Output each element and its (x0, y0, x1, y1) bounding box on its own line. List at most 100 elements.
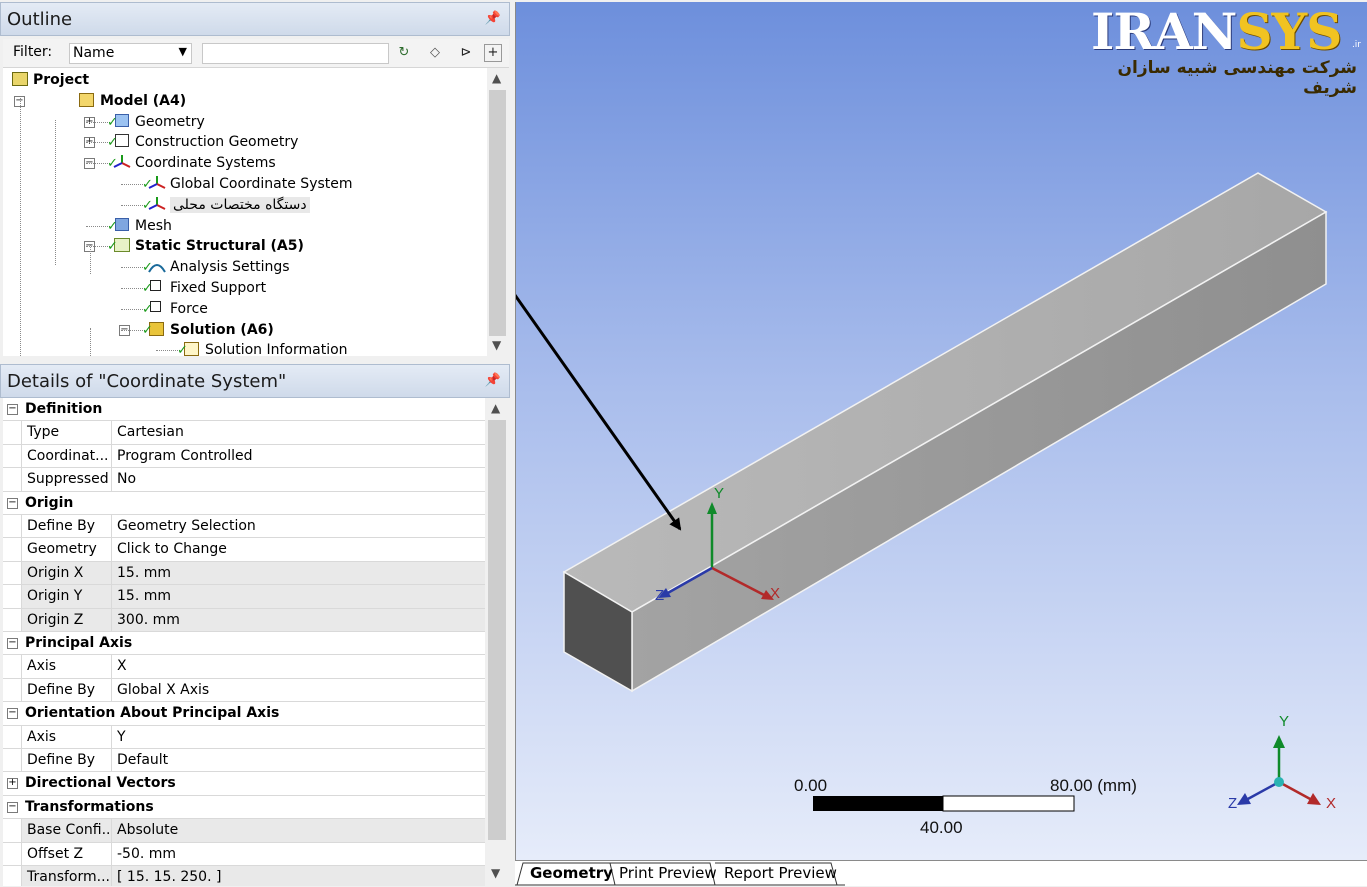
tree-connector (121, 267, 143, 269)
details-property-row[interactable]: Define By Default (3, 749, 485, 773)
details-property-row[interactable]: Define By Geometry Selection (3, 515, 485, 539)
details-category[interactable]: − Principal Axis (3, 632, 485, 656)
collapse-icon[interactable]: − (7, 638, 18, 649)
eraser-icon[interactable]: ◇ (424, 43, 446, 64)
details-property-row[interactable]: Axis X (3, 655, 485, 679)
left-pane: Outline 📌 Filter: Name ▼ ↻ ◇ ⊳ + Project… (0, 0, 512, 886)
local-axis-y-label: Y (714, 485, 724, 502)
details-property-row[interactable]: Base Confi... Absolute (3, 819, 485, 843)
scroll-down-icon[interactable]: ▼ (492, 338, 501, 352)
tree-item[interactable]: ✓ Solution Information (177, 340, 348, 356)
collapse-icon[interactable]: − (7, 708, 18, 720)
details-category[interactable]: + Directional Vectors (3, 772, 485, 796)
details-property-value[interactable]: [ 15. 15. 250. ] (111, 866, 485, 886)
tab-report-preview[interactable]: Report Preview (720, 864, 841, 882)
expand-all-icon[interactable]: + (484, 44, 502, 62)
details-property-value[interactable]: Absolute (111, 819, 485, 842)
coordinate-systems-icon: ✓ (107, 154, 131, 171)
outline-scroll-thumb[interactable] (489, 90, 506, 336)
tree-item[interactable]: ✓ Mesh (107, 216, 172, 236)
details-property-row[interactable]: Define By Global X Axis (3, 678, 485, 703)
details-property-value[interactable]: 300. mm (111, 608, 485, 631)
outline-scrollbar[interactable]: ▲ ▼ (487, 68, 509, 356)
tree-connector (20, 98, 21, 356)
details-category-label: Directional Vectors (25, 775, 176, 792)
details-category[interactable]: − Definition (3, 398, 485, 422)
tab-print-preview[interactable]: Print Preview (615, 864, 721, 882)
details-property-row[interactable]: Type Cartesian (3, 421, 485, 445)
collapse-icon[interactable]: − (7, 801, 18, 813)
tab-geometry[interactable]: Geometry (526, 864, 617, 882)
tree-item[interactable]: ✓ Fixed Support (142, 278, 267, 298)
scroll-up-icon[interactable]: ▲ (492, 71, 501, 85)
tree-item[interactable]: ✓ Static Structural (A5) (107, 236, 304, 256)
details-panel-title: Details of "Coordinate System" 📌 (0, 364, 510, 398)
details-property-value[interactable]: Global X Axis (111, 678, 485, 702)
coordinate-system-icon: ✓ (142, 196, 166, 213)
triad-y-label: Y (1279, 713, 1289, 730)
pin-icon[interactable]: 📌 (485, 11, 501, 26)
tree-item[interactable]: ✓ Global Coordinate System (142, 174, 353, 194)
scroll-down-icon[interactable]: ▼ (491, 866, 500, 880)
details-property-value[interactable]: Default (111, 749, 485, 772)
details-category[interactable]: − Orientation About Principal Axis (3, 702, 485, 726)
details-property-row[interactable]: Origin Y 15. mm (3, 585, 485, 609)
details-property-value[interactable]: Geometry Selection (111, 515, 485, 538)
details-property-row[interactable]: Axis Y (3, 725, 485, 749)
details-scroll-thumb[interactable] (488, 420, 506, 840)
details-property-key: Define By (21, 749, 111, 772)
details-property-row[interactable]: Transform...[ 15. 15. 250. ] (3, 866, 485, 886)
scale-max-label: 80.00 (mm) (1050, 776, 1137, 795)
tree-item[interactable]: ✓ دستگاه مختصات محلی (142, 195, 310, 215)
details-property-value[interactable]: Y (111, 725, 485, 748)
details-category[interactable]: − Transformations (3, 795, 485, 820)
details-property-row[interactable]: Suppressed No (3, 468, 485, 492)
details-scrollbar[interactable]: ▲ ▼ (486, 398, 509, 886)
collapse-icon[interactable]: − (7, 497, 18, 509)
pin-icon[interactable]: 📌 (485, 373, 501, 388)
filter-select[interactable]: Name ▼ (69, 43, 192, 64)
filter-search-input[interactable] (202, 43, 389, 64)
details-property-key: Base Confi... (21, 819, 111, 842)
collapse-icon[interactable]: − (7, 404, 18, 415)
details-property-value[interactable]: 15. mm (111, 561, 485, 585)
details-property-value[interactable]: -50. mm (111, 842, 485, 865)
details-property-value[interactable]: Cartesian (111, 421, 485, 444)
tree-connector (86, 121, 108, 123)
details-property-row[interactable]: Geometry Click to Change (3, 538, 485, 562)
details-property-row[interactable]: Origin X 15. mm (3, 561, 485, 586)
tree-item-label: Fixed Support (170, 280, 267, 296)
scroll-up-icon[interactable]: ▲ (491, 401, 500, 415)
tree-item[interactable]: ✓ Analysis Settings (142, 257, 290, 277)
details-property-value[interactable]: No (111, 468, 485, 491)
details-property-value[interactable]: Program Controlled (111, 444, 485, 468)
details-category[interactable]: − Origin (3, 491, 485, 515)
details-property-row[interactable]: Coordinat... Program Controlled (3, 444, 485, 469)
tree-item[interactable]: Project (11, 70, 89, 90)
tree-connector (90, 328, 91, 356)
tree-item[interactable]: Model (A4) (78, 91, 186, 111)
details-property-value[interactable]: X (111, 655, 485, 678)
filter-toggle-icon[interactable]: ⊳ (455, 43, 477, 64)
refresh-icon[interactable]: ↻ (393, 43, 415, 64)
details-property-value[interactable]: Click to Change (111, 538, 485, 561)
scale-mid-label: 40.00 (920, 818, 963, 837)
graphics-viewport[interactable]: IRANSYS .ir شرکت مهندسی شبیه سازان شریف (515, 2, 1367, 860)
tree-item-label: Analysis Settings (170, 259, 290, 276)
details-property-row[interactable]: Origin Z 300. mm (3, 608, 485, 632)
tree-item[interactable]: ✓ Solution (A6) (142, 320, 274, 340)
tree-item-label: دستگاه مختصات محلی (170, 196, 310, 213)
details-category-label: Principal Axis (25, 635, 133, 651)
expand-icon[interactable]: + (7, 778, 18, 790)
details-property-key: Origin X (21, 561, 111, 585)
details-property-row[interactable]: Offset Z -50. mm (3, 842, 485, 866)
tree-connector (90, 244, 91, 274)
tree-connector (86, 225, 108, 227)
tree-item[interactable]: ✓ Geometry (107, 112, 205, 132)
tree-item[interactable]: ✓ Coordinate Systems (107, 153, 276, 173)
tree-item[interactable]: ✓ Construction Geometry (107, 132, 298, 152)
solution-icon: ✓ (142, 321, 166, 338)
details-property-value[interactable]: 15. mm (111, 585, 485, 608)
details-property-key: Suppressed (21, 468, 111, 491)
tree-item[interactable]: ✓ Force (142, 299, 208, 319)
